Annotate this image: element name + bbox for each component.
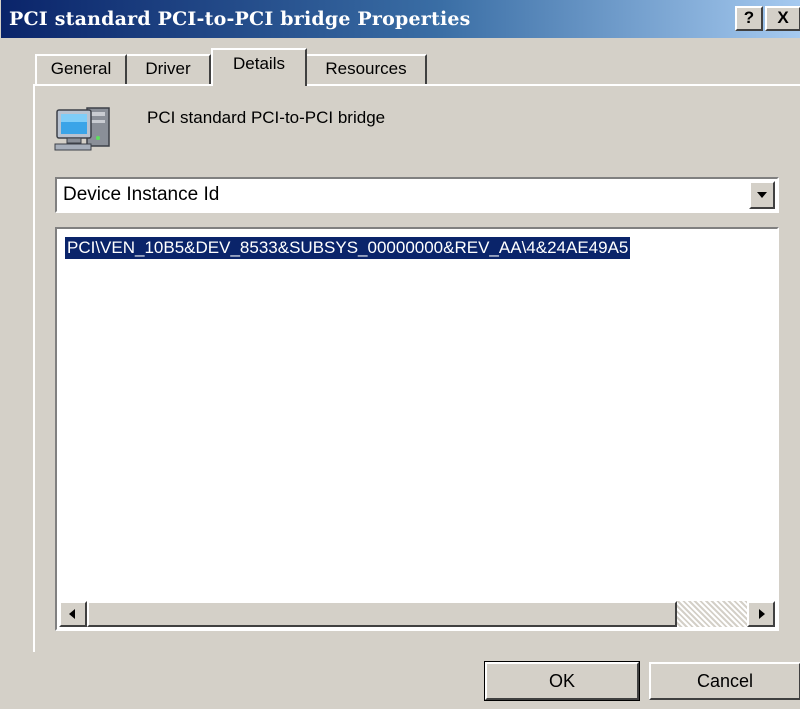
scrollbar-thumb[interactable] xyxy=(87,601,677,627)
ok-button[interactable]: OK xyxy=(484,661,640,701)
list-item[interactable]: PCI\VEN_10B5&DEV_8533&SUBSYS_00000000&RE… xyxy=(63,236,632,260)
tab-resources-label: Resources xyxy=(325,59,407,78)
tab-details[interactable]: Details xyxy=(211,48,307,86)
computer-device-icon xyxy=(54,107,110,151)
tab-driver-label: Driver xyxy=(145,59,191,78)
ok-button-label: OK xyxy=(548,671,575,691)
scrollbar-track[interactable] xyxy=(677,601,747,627)
close-button[interactable]: X xyxy=(765,6,800,31)
tab-driver[interactable]: Driver xyxy=(127,54,211,84)
close-icon: X xyxy=(777,8,789,27)
tab-details-label: Details xyxy=(233,54,285,73)
window-title: PCI standard PCI-to-PCI bridge Propertie… xyxy=(9,8,471,30)
dropdown-arrow-button[interactable] xyxy=(749,181,775,209)
help-button[interactable]: ? xyxy=(735,6,763,31)
property-select[interactable]: Device Instance Id xyxy=(55,177,779,213)
scroll-left-button[interactable] xyxy=(59,601,87,627)
tab-resources[interactable]: Resources xyxy=(307,54,427,84)
property-select-value: Device Instance Id xyxy=(63,184,220,205)
properties-dialog: PCI standard PCI-to-PCI bridge Propertie… xyxy=(0,0,800,709)
horizontal-scrollbar[interactable] xyxy=(59,601,775,627)
tab-general[interactable]: General xyxy=(35,54,127,84)
device-name: PCI standard PCI-to-PCI bridge xyxy=(147,108,386,127)
arrow-left-icon xyxy=(69,609,75,619)
arrow-right-icon xyxy=(759,609,765,619)
help-icon: ? xyxy=(743,8,755,27)
chevron-down-icon xyxy=(757,192,767,198)
title-bar[interactable]: PCI standard PCI-to-PCI bridge Propertie… xyxy=(1,0,800,38)
cancel-button-label: Cancel xyxy=(696,671,754,691)
scroll-right-button[interactable] xyxy=(747,601,775,627)
property-values-list[interactable]: PCI\VEN_10B5&DEV_8533&SUBSYS_00000000&RE… xyxy=(55,227,779,631)
cancel-button[interactable]: Cancel xyxy=(649,662,800,700)
tab-general-label: General xyxy=(50,59,112,78)
